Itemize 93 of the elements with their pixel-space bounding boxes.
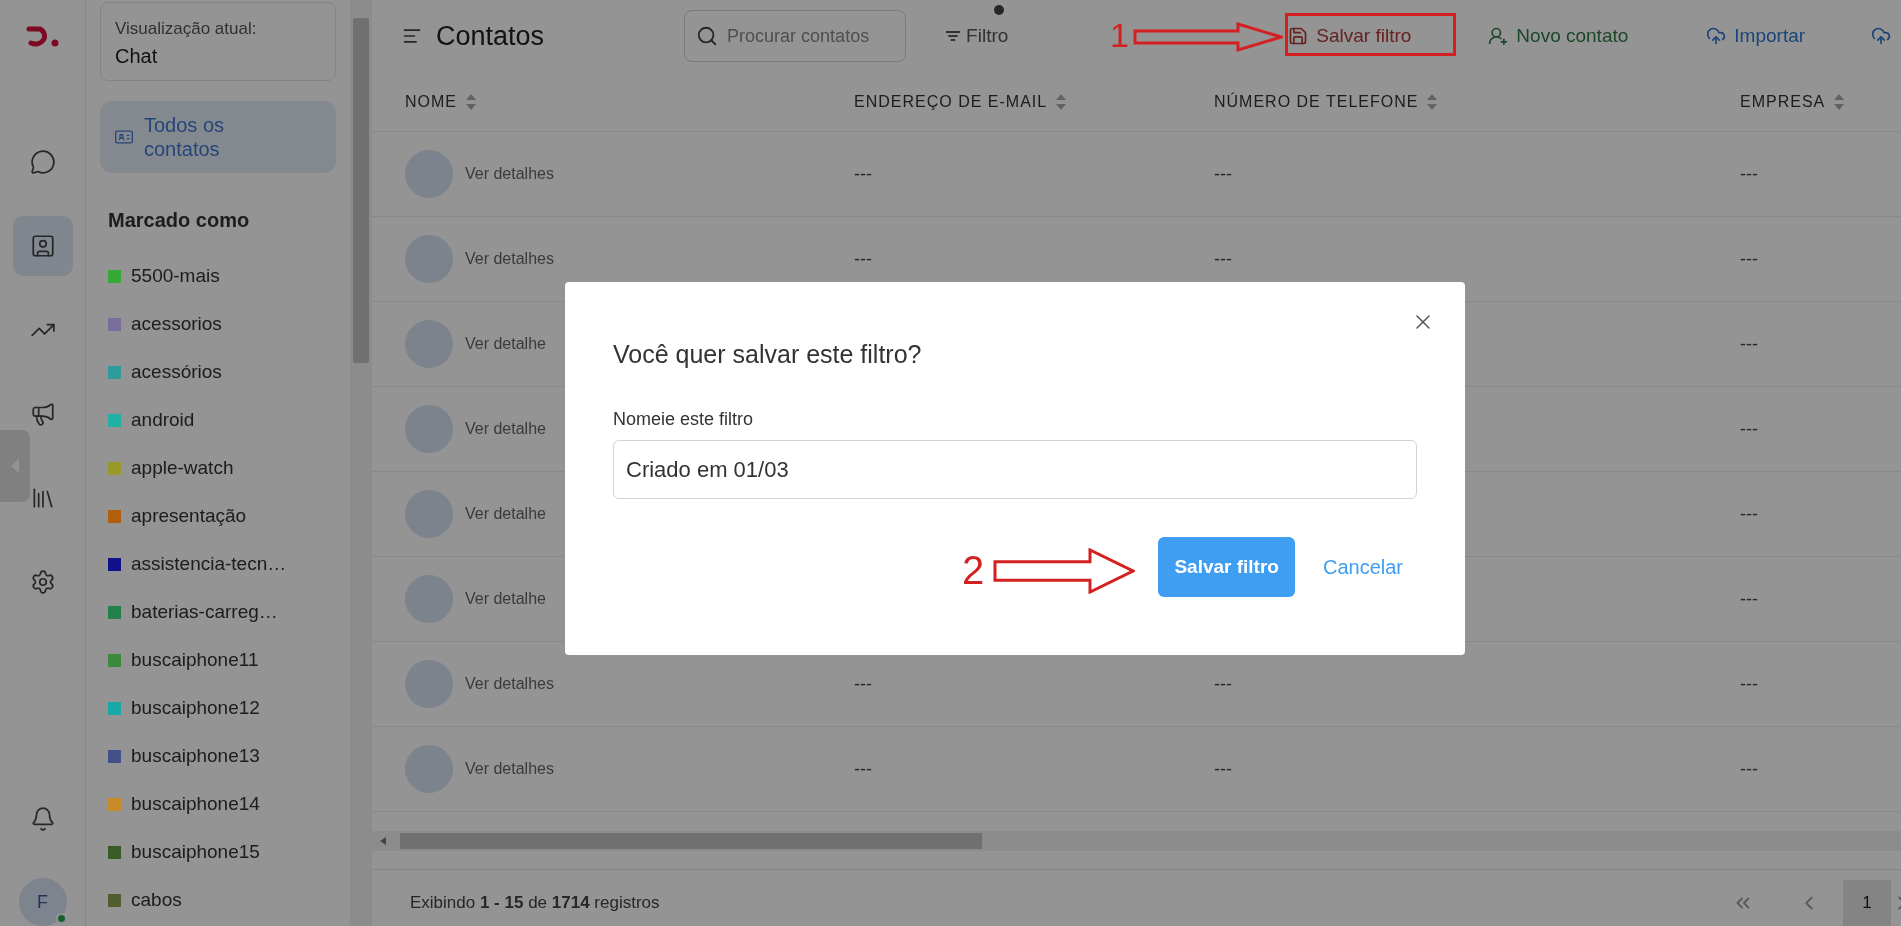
nav-icon	[29, 401, 56, 427]
table-cell: ---	[1214, 163, 1232, 184]
page-button[interactable]: 1	[1843, 880, 1891, 926]
details-link[interactable]: Ver detalhe	[465, 590, 546, 608]
details-link[interactable]: Ver detalhe	[465, 335, 546, 353]
contact-avatar	[405, 150, 453, 198]
details-link[interactable]: Ver detalhes	[465, 250, 554, 268]
sort-icon[interactable]	[1426, 92, 1439, 111]
column-header[interactable]: ENDEREÇO DE E-MAIL	[854, 92, 1048, 111]
current-view-value: Chat	[115, 45, 159, 68]
table-cell: ---	[854, 248, 872, 269]
tag-item[interactable]: buscaiphone15	[131, 841, 260, 863]
contact-avatar	[405, 320, 453, 368]
filter-icon	[946, 31, 961, 41]
table-cell: ---	[854, 673, 872, 694]
contact-avatar	[405, 745, 453, 793]
add-user-icon	[1488, 26, 1509, 46]
table-cell: ---	[854, 163, 872, 184]
page-title: Contatos	[436, 20, 545, 52]
nav-icon	[29, 569, 56, 595]
scroll-left-icon[interactable]	[380, 836, 386, 845]
current-view-label: Visualização atual:	[115, 19, 258, 39]
contact-avatar	[405, 405, 453, 453]
details-link[interactable]: Ver detalhe	[465, 420, 546, 438]
tag-item[interactable]: apple-watch	[131, 457, 234, 479]
search-field[interactable]: Procurar contatos	[684, 10, 907, 62]
sort-icon[interactable]	[465, 92, 477, 111]
table-cell: ---	[1214, 248, 1232, 269]
sort-icon[interactable]	[1833, 92, 1846, 111]
sort-icon[interactable]	[1055, 92, 1068, 111]
cloud-upload-icon[interactable]	[1871, 26, 1892, 46]
table-cell: ---	[1740, 163, 1758, 184]
table-cell: ---	[854, 758, 872, 779]
step-number: 1	[1110, 18, 1129, 52]
table-cell: ---	[1740, 248, 1758, 269]
user-avatar[interactable]: F	[18, 878, 67, 926]
tag-item[interactable]: acessorios	[131, 313, 222, 335]
new-contact-button[interactable]: Novo contato	[1488, 25, 1629, 47]
details-link[interactable]: Ver detalhes	[465, 165, 554, 183]
nav-icon	[29, 149, 56, 175]
current-view-card[interactable]: Visualização atual: Chat	[100, 2, 336, 81]
contact-avatar	[405, 235, 453, 283]
tag-item[interactable]: buscaiphone12	[131, 697, 260, 719]
nav-icon	[29, 233, 56, 259]
tag-item[interactable]: acessórios	[131, 361, 222, 383]
tag-item[interactable]: baterias-carreg…	[131, 601, 278, 623]
tag-item[interactable]: cabos	[131, 889, 182, 911]
logo-icon[interactable]	[25, 24, 60, 48]
save-filter-button[interactable]: Salvar filtro	[1288, 25, 1412, 47]
table-cell: ---	[1740, 673, 1758, 694]
tag-item[interactable]: 5500-mais	[131, 265, 220, 287]
tag-item[interactable]: buscaiphone11	[131, 649, 259, 671]
column-header[interactable]: NÚMERO DE TELEFONE	[1214, 92, 1419, 111]
contact-avatar	[405, 490, 453, 538]
step-number: 2	[962, 550, 985, 590]
records-summary: Exibindo 1 - 15 de 1714 registros	[410, 893, 661, 913]
column-header[interactable]: EMPRESA	[1740, 92, 1826, 111]
save-filter-button[interactable]: Salvar filtro	[1158, 537, 1295, 597]
save-icon	[1288, 26, 1309, 46]
table-cell: ---	[1214, 673, 1232, 694]
details-link[interactable]: Ver detalhes	[465, 675, 554, 693]
details-link[interactable]: Ver detalhe	[465, 505, 546, 523]
filter-name-field[interactable]: Criado em 01/03	[613, 440, 1417, 499]
sidebar-scrollbar[interactable]	[350, 0, 372, 926]
contact-avatar	[405, 660, 453, 708]
cloud-upload-icon	[1706, 26, 1727, 46]
contact-avatar	[405, 575, 453, 623]
filter-button[interactable]: Filtro	[946, 25, 1009, 47]
tags-heading: Marcado como	[108, 209, 251, 232]
table-cell: ---	[1214, 758, 1232, 779]
tag-item[interactable]: buscaiphone13	[131, 745, 260, 767]
table-cell: ---	[1740, 588, 1758, 609]
scrollbar-thumb[interactable]	[353, 18, 369, 363]
menu-icon[interactable]	[402, 26, 422, 46]
horizontal-scrollbar[interactable]	[372, 830, 1901, 851]
search-icon	[696, 25, 719, 47]
table-cell: ---	[1740, 418, 1758, 439]
tag-item[interactable]: apresentação	[131, 505, 247, 527]
table-cell: ---	[1740, 758, 1758, 779]
nav-item[interactable]	[12, 216, 73, 276]
table-cell: ---	[1740, 503, 1758, 524]
bell-icon[interactable]	[29, 806, 56, 832]
details-link[interactable]: Ver detalhes	[465, 760, 554, 778]
cancel-button[interactable]: Cancelar	[1322, 555, 1403, 579]
table-cell: ---	[1740, 333, 1758, 354]
dialog-title: Você quer salvar este filtro?	[613, 340, 923, 369]
tag-item[interactable]: buscaiphone14	[131, 793, 260, 815]
scrollbar-thumb[interactable]	[400, 832, 982, 849]
column-header[interactable]: NOME	[405, 92, 457, 111]
import-button[interactable]: Importar	[1706, 25, 1806, 47]
tag-item[interactable]: android	[131, 409, 195, 431]
tag-item[interactable]: assistencia-tecn…	[131, 553, 287, 575]
field-label: Nomeie este filtro	[613, 409, 755, 430]
